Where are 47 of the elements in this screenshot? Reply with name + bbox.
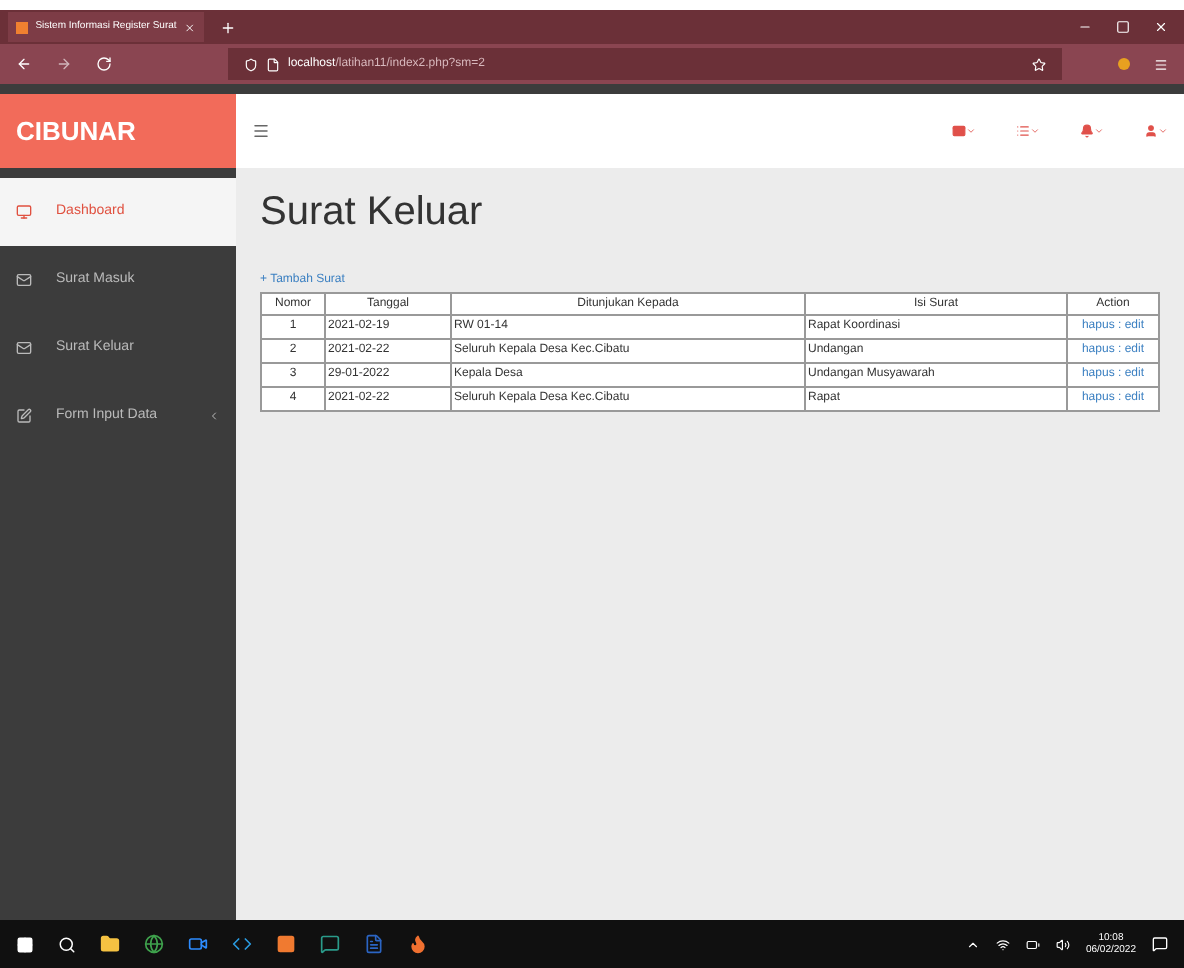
battery-icon[interactable] bbox=[1025, 937, 1040, 951]
search-icon[interactable] bbox=[58, 935, 76, 953]
page-title: Surat Keluar bbox=[260, 192, 485, 232]
menu-icon[interactable] bbox=[252, 122, 270, 140]
caret-icon bbox=[1094, 126, 1104, 136]
video-camera-icon[interactable] bbox=[188, 934, 208, 954]
code-editor-icon[interactable] bbox=[232, 934, 252, 954]
bell-icon bbox=[1080, 124, 1094, 138]
caret-icon bbox=[966, 126, 976, 136]
wifi-icon[interactable] bbox=[995, 937, 1010, 951]
chat-icon[interactable] bbox=[320, 934, 340, 954]
mail-icon bbox=[16, 340, 32, 356]
navbar-dropdown[interactable] bbox=[1016, 124, 1040, 138]
folder-icon[interactable] bbox=[100, 934, 120, 954]
app-icon[interactable] bbox=[276, 934, 296, 954]
shield-icon bbox=[244, 57, 258, 71]
page-icon bbox=[266, 57, 280, 71]
browser-icon[interactable] bbox=[408, 934, 428, 954]
chevron-up-icon[interactable] bbox=[965, 937, 980, 951]
maximize-icon[interactable] bbox=[1116, 20, 1130, 34]
bookmark-star-icon[interactable] bbox=[1032, 57, 1046, 71]
minimize-icon[interactable] bbox=[1078, 20, 1092, 34]
user-icon bbox=[1144, 124, 1158, 138]
close-icon[interactable] bbox=[1154, 20, 1168, 34]
navbar-dropdown[interactable] bbox=[1144, 124, 1168, 138]
mail-icon bbox=[16, 272, 32, 288]
monitor-icon bbox=[16, 204, 32, 220]
form-icon bbox=[16, 408, 32, 424]
close-icon[interactable] bbox=[184, 21, 196, 33]
navbar-dropdown[interactable] bbox=[952, 124, 976, 138]
back-icon[interactable] bbox=[16, 56, 32, 72]
notification-icon[interactable] bbox=[1152, 936, 1168, 952]
favicon-icon bbox=[16, 21, 28, 33]
forward-icon[interactable] bbox=[56, 56, 72, 72]
globe-icon[interactable] bbox=[144, 934, 164, 954]
chevron-icon bbox=[208, 410, 220, 422]
caret-icon bbox=[1158, 126, 1168, 136]
navbar-dropdown[interactable] bbox=[1080, 124, 1104, 138]
caret-icon bbox=[1030, 126, 1040, 136]
reload-icon[interactable] bbox=[96, 56, 112, 72]
extension-icon[interactable] bbox=[1118, 58, 1130, 70]
list-icon bbox=[1016, 124, 1030, 138]
new-tab-icon[interactable] bbox=[220, 19, 236, 35]
document-icon[interactable] bbox=[364, 934, 384, 954]
speaker-icon[interactable] bbox=[1055, 937, 1070, 951]
menu-icon[interactable] bbox=[1154, 57, 1168, 71]
brand-title: CIBUNAR bbox=[16, 113, 136, 150]
